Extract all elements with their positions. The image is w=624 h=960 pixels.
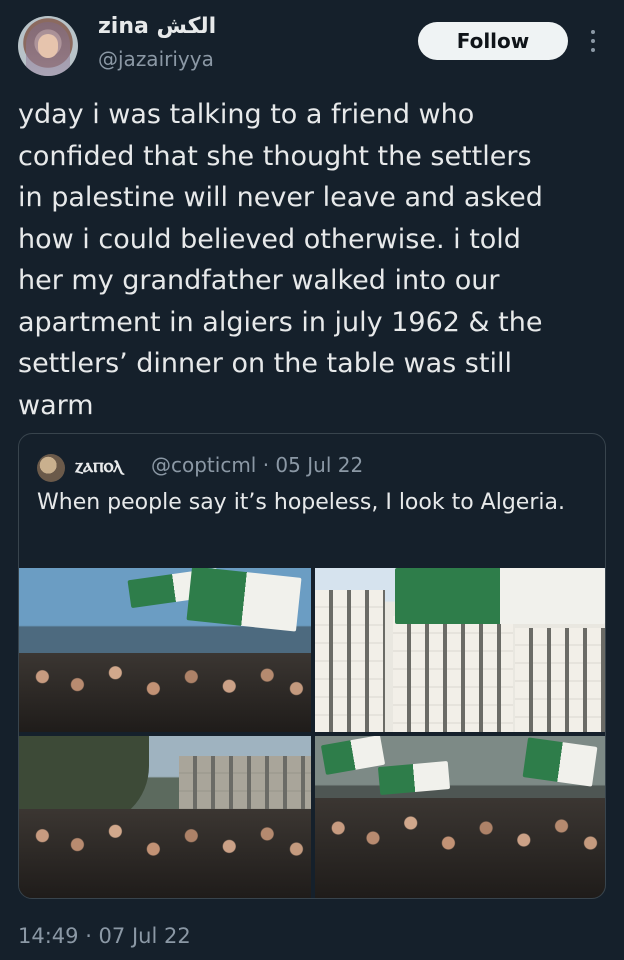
quoted-photo-1[interactable]	[19, 568, 311, 732]
quoted-tweet-text: When people say it’s hopeless, I look to…	[37, 490, 565, 515]
quoted-tweet-card[interactable]: ⲍⲁⲡⲟⲗ @copticml · 05 Jul 22 When people …	[18, 433, 606, 899]
building-shape	[393, 616, 513, 732]
flag-shape	[522, 737, 598, 787]
crowd-shape	[315, 797, 605, 898]
more-dot	[591, 30, 595, 34]
author-avatar[interactable]	[18, 16, 78, 76]
tweet-header: zina الكش @jazairiyya Follow	[0, 0, 624, 90]
quoted-photo-2[interactable]	[315, 568, 605, 732]
building-shape	[515, 628, 605, 732]
author-handle[interactable]: @jazairiyya	[98, 47, 214, 71]
more-dot	[591, 48, 595, 52]
flag-shape	[395, 568, 605, 624]
building-shape	[315, 590, 385, 732]
more-vertical-icon[interactable]	[588, 30, 598, 52]
crowd-shape	[19, 653, 311, 732]
quoted-author-meta: @copticml · 05 Jul 22	[151, 453, 364, 477]
flag-shape	[377, 761, 451, 795]
tweet-text: yday i was talking to a friend who confi…	[18, 99, 543, 421]
flag-shape	[186, 568, 302, 632]
tweet-timestamp[interactable]: 14:49 · 07 Jul 22	[18, 924, 191, 948]
flag-shape	[320, 736, 386, 775]
quoted-photo-3[interactable]	[19, 736, 311, 898]
quoted-author-avatar	[37, 454, 65, 482]
avatar-face	[38, 34, 58, 58]
crowd-shape	[19, 808, 311, 898]
author-display-name[interactable]: zina الكش	[98, 14, 216, 39]
follow-button[interactable]: Follow	[418, 22, 568, 60]
quoted-photo-4[interactable]	[315, 736, 605, 898]
more-dot	[591, 39, 595, 43]
quoted-author-name: ⲍⲁⲡⲟⲗ	[75, 453, 123, 477]
